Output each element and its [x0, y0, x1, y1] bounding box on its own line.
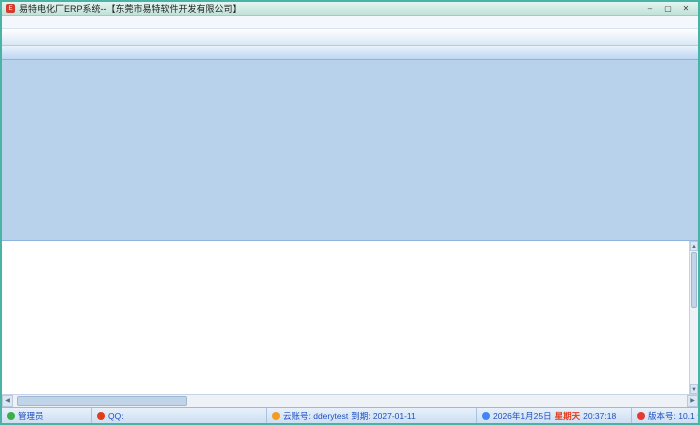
- status-qq-label: QQ:: [108, 411, 124, 421]
- close-button[interactable]: ✕: [678, 3, 694, 14]
- scroll-up-icon[interactable]: ▲: [690, 241, 698, 251]
- window-title: 易特电化厂ERP系统--【东莞市易特软件开发有限公司】: [19, 2, 642, 15]
- clock-icon: [482, 412, 490, 420]
- toolbar: [2, 29, 698, 46]
- account-icon: [272, 412, 280, 420]
- horizontal-scroll-track[interactable]: [13, 395, 687, 407]
- status-date: 2026年1月25日: [493, 410, 552, 422]
- status-bar: 管理员 QQ: 云账号: dderytest 到期: 2027-01-11 20…: [2, 407, 698, 423]
- horizontal-scroll-thumb[interactable]: [17, 396, 187, 406]
- minimize-button[interactable]: –: [642, 3, 658, 14]
- spacer: [2, 232, 698, 240]
- status-version: 版本号: 10.1 云用户版: [632, 408, 698, 423]
- status-datetime: 2026年1月25日 星期天 20:37:18: [477, 408, 632, 423]
- status-user-label: 管理员: [18, 410, 44, 422]
- status-time: 20:37:18: [583, 411, 616, 421]
- status-account: 云账号: dderytest 到期: 2027-01-11: [267, 408, 477, 423]
- vertical-scrollbar[interactable]: ▲ ▼: [689, 241, 698, 394]
- vertical-scroll-track: [690, 309, 698, 384]
- status-user: 管理员: [2, 408, 92, 423]
- dashboard-main: ▲ ▼ ◀ ▶: [2, 60, 698, 407]
- vertical-scroll-thumb[interactable]: [691, 252, 697, 308]
- user-icon: [7, 412, 15, 420]
- app-icon: E: [6, 4, 15, 13]
- title-bar: E 易特电化厂ERP系统--【东莞市易特软件开发有限公司】 – ▢ ✕: [2, 2, 698, 16]
- orders-table: ▲ ▼: [2, 240, 698, 394]
- charts-row: [2, 124, 698, 232]
- tab-strip: [2, 46, 698, 60]
- status-weekday: 星期天: [555, 410, 581, 422]
- scroll-down-icon[interactable]: ▼: [690, 384, 698, 394]
- menu-bar: [2, 16, 698, 29]
- cloud-account-label: 云账号: dderytest: [283, 410, 348, 422]
- version-icon: [637, 412, 645, 420]
- horizontal-scrollbar[interactable]: ◀ ▶: [2, 394, 698, 407]
- scroll-right-icon[interactable]: ▶: [687, 395, 698, 407]
- maximize-button[interactable]: ▢: [660, 3, 676, 14]
- qq-icon: [97, 412, 105, 420]
- status-qq: QQ:: [92, 408, 267, 423]
- expiry-label: 到期: 2027-01-11: [351, 410, 416, 422]
- kpi-cards-row: [2, 60, 698, 124]
- version-label: 版本号: 10.1 云用户版: [648, 410, 698, 422]
- scroll-left-icon[interactable]: ◀: [2, 395, 13, 407]
